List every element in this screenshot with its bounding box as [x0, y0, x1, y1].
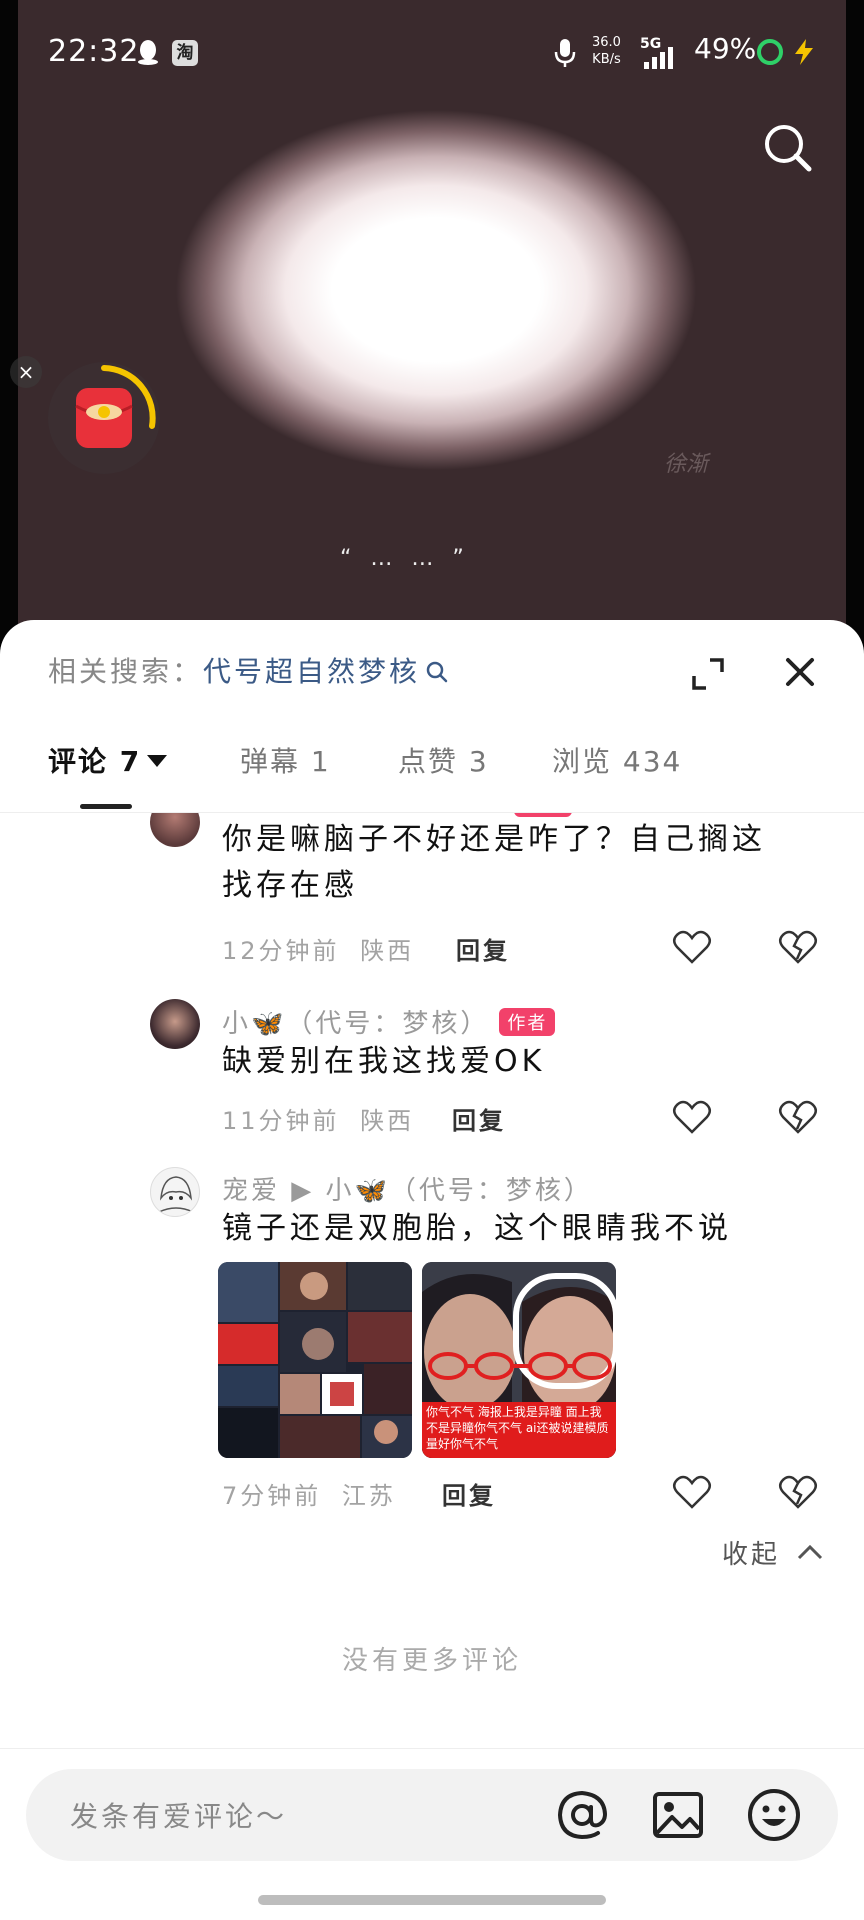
- comment-text-line: 找存在感: [222, 868, 358, 903]
- mic-icon: [554, 39, 576, 67]
- dislike-icon[interactable]: [778, 929, 818, 965]
- video-subtitle: “ … … ”: [340, 546, 470, 571]
- input-placeholder: 发条有爱评论～: [70, 1800, 288, 1833]
- image-caption: 你气不气 海报上我是异瞳 面上我不是异瞳你气不气 ai还被说建模质量好你气不气: [426, 1405, 609, 1451]
- comment-time: 7分钟前: [222, 1482, 322, 1510]
- comment-sheet: 相关搜索：代号超自然梦核 评论 7 弹幕 1 点赞 3 浏览 434 你是嘛脑子…: [0, 620, 864, 1920]
- comment-tabs: 评论 7 弹幕 1 点赞 3 浏览 434: [0, 732, 864, 812]
- comment-image[interactable]: 你气不气 海报上我是异瞳 面上我不是异瞳你气不气 ai还被说建模质量好你气不气: [422, 1262, 616, 1458]
- tab-likes-count: 3: [468, 745, 489, 778]
- comment-time: 11分钟前: [222, 1107, 340, 1135]
- search-icon[interactable]: [762, 122, 814, 174]
- comment-author[interactable]: 小🦋（代号：梦核） 作者: [222, 1003, 556, 1040]
- comment-time: 12分钟前: [222, 937, 340, 965]
- like-icon[interactable]: [672, 929, 712, 965]
- comment-input-bar: 发条有爱评论～: [0, 1748, 864, 1920]
- comment-author[interactable]: 宠爱 ▶ 小🦋（代号：梦核）: [222, 1170, 593, 1207]
- charging-icon: [795, 39, 813, 65]
- tab-comments[interactable]: 评论 7: [48, 740, 168, 780]
- video-player[interactable]: 22:32 淘 36.0 KB/s 5G 49% × 徐渐 “ … … ”: [0, 0, 864, 640]
- dislike-icon[interactable]: [778, 1474, 818, 1510]
- tab-views-label: 浏览: [552, 745, 613, 778]
- tab-views-count: 434: [622, 745, 683, 778]
- tab-likes-label: 点赞: [398, 745, 459, 778]
- comment-list[interactable]: 你是嘛脑子不好还是咋了？自己搁这 找存在感 12分钟前 陕西 回复 小🦋（代号：…: [0, 813, 864, 1333]
- comment-text: 镜子还是双胞胎，这个眼睛我不说: [222, 1211, 732, 1246]
- comment-meta: 7分钟前 江苏: [222, 1476, 396, 1511]
- collapse-label: 收起: [722, 1540, 781, 1570]
- signal-icon: [644, 47, 673, 69]
- search-icon: [426, 661, 448, 683]
- ring-icon: [757, 39, 783, 65]
- status-bar: 22:32 淘 36.0 KB/s 5G 49%: [0, 30, 864, 76]
- comment-meta: 12分钟前 陕西: [222, 931, 414, 966]
- comment-text: 你是嘛脑子不好还是咋了？自己搁这 找存在感: [222, 817, 766, 909]
- no-more-comments: 没有更多评论: [341, 1646, 522, 1676]
- reply-button[interactable]: 回复: [452, 1101, 506, 1136]
- battery-level: 49%: [694, 32, 757, 65]
- tab-comments-label: 评论: [48, 745, 109, 778]
- comment-location: 陕西: [360, 1107, 415, 1135]
- avatar[interactable]: [150, 813, 200, 847]
- close-icon[interactable]: [782, 654, 818, 690]
- tab-views[interactable]: 浏览 434: [552, 740, 682, 780]
- status-time: 22:32: [48, 34, 140, 69]
- expand-icon[interactable]: [690, 656, 726, 692]
- qq-icon: [138, 40, 158, 65]
- speed-unit: KB/s: [592, 52, 621, 67]
- collage-image: [218, 1262, 412, 1458]
- comment-input[interactable]: 发条有爱评论～: [26, 1769, 838, 1861]
- home-indicator[interactable]: [258, 1895, 606, 1905]
- avatar[interactable]: [150, 1167, 200, 1217]
- video-signature: 徐渐: [664, 452, 709, 477]
- comment-author-name: 小🦋（代号：梦核）: [222, 1009, 490, 1039]
- related-search-query[interactable]: 代号超自然梦核: [203, 655, 420, 688]
- related-search[interactable]: 相关搜索：代号超自然梦核: [48, 650, 448, 690]
- red-packet-icon: [75, 365, 156, 448]
- comment-location: 陕西: [360, 937, 415, 965]
- emoji-icon[interactable]: [746, 1787, 802, 1843]
- at-icon[interactable]: [554, 1787, 610, 1843]
- reply-button[interactable]: 回复: [442, 1476, 496, 1511]
- comment-image[interactable]: [218, 1262, 412, 1458]
- like-icon[interactable]: [672, 1099, 712, 1135]
- tab-danmaku-label: 弹幕: [240, 745, 301, 778]
- comment-text-line: 你是嘛脑子不好还是咋了？自己搁这: [222, 822, 766, 857]
- taobao-icon: 淘: [172, 40, 198, 66]
- network-speed: 36.0 KB/s: [592, 34, 621, 68]
- comment-text: 缺爱别在我这找爱OK: [222, 1044, 546, 1079]
- tab-underline: [80, 804, 132, 809]
- author-badge: 作者: [499, 1008, 556, 1036]
- collapse-button[interactable]: 收起: [722, 1534, 823, 1571]
- tab-danmaku-count: 1: [310, 745, 331, 778]
- reply-button[interactable]: 回复: [456, 931, 510, 966]
- speed-value: 36.0: [592, 35, 621, 50]
- comment-location: 江苏: [341, 1482, 396, 1510]
- avatar-sketch: [158, 1176, 194, 1213]
- caret-down-icon: [147, 755, 168, 767]
- chevron-up-icon: [798, 1544, 823, 1560]
- float-close-button[interactable]: ×: [10, 356, 42, 388]
- tab-likes[interactable]: 点赞 3: [398, 740, 489, 780]
- avatar[interactable]: [150, 999, 200, 1049]
- comment-meta: 11分钟前 陕西: [222, 1101, 414, 1136]
- tab-comments-count: 7: [119, 745, 142, 778]
- image-icon[interactable]: [652, 1789, 704, 1841]
- tab-danmaku[interactable]: 弹幕 1: [240, 740, 331, 780]
- red-packet-widget[interactable]: [48, 362, 160, 474]
- dislike-icon[interactable]: [778, 1099, 818, 1135]
- related-search-label: 相关搜索：: [48, 655, 204, 688]
- like-icon[interactable]: [672, 1474, 712, 1510]
